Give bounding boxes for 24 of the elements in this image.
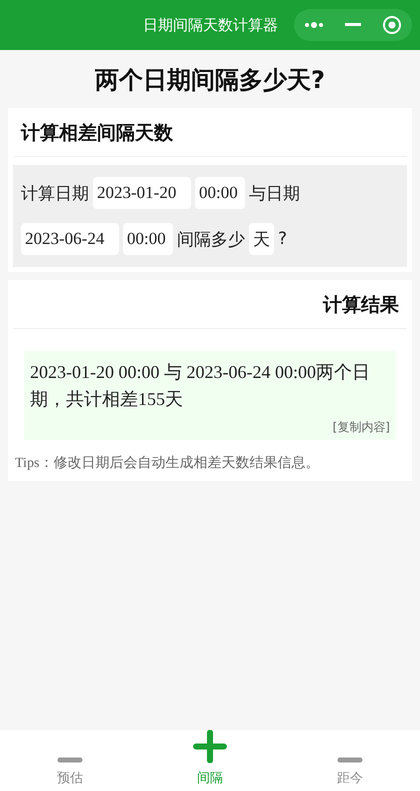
date-field[interactable]: 2023-06-24	[21, 223, 119, 255]
nav-title: 日期间隔天数计算器	[143, 16, 278, 34]
plus-icon	[191, 730, 229, 763]
card-title: 计算结果	[13, 280, 407, 329]
card-title: 计算相差间隔天数	[13, 108, 407, 157]
tips-text: Tips：修改日期后会自动生成相差天数结果信息。	[15, 454, 320, 472]
close-icon[interactable]	[382, 15, 402, 35]
page-title: 两个日期间隔多少天?	[94, 65, 326, 96]
more-icon[interactable]	[304, 21, 324, 29]
time-field[interactable]: 00:00	[123, 223, 173, 255]
minus-icon	[337, 757, 363, 763]
minimize-icon[interactable]	[344, 23, 361, 27]
question-mark: ?	[278, 229, 288, 249]
label: 计算日期	[21, 182, 89, 204]
tab[interactable]: 距今	[280, 730, 420, 791]
result-text: 2023-01-20 00:00 与 2023-06-24 00:00两个日期，共计相差155天	[30, 361, 371, 411]
time-field[interactable]: 00:00	[195, 177, 245, 209]
label: 与日期	[249, 182, 300, 204]
unit-field[interactable]: 天	[249, 223, 274, 255]
minus-icon	[57, 757, 83, 763]
tab[interactable]: 预估	[0, 730, 140, 791]
date-field[interactable]: 2023-01-20	[93, 177, 191, 209]
label: 间隔多少	[177, 228, 245, 250]
copy-link[interactable]: [复制内容]	[332, 419, 390, 436]
